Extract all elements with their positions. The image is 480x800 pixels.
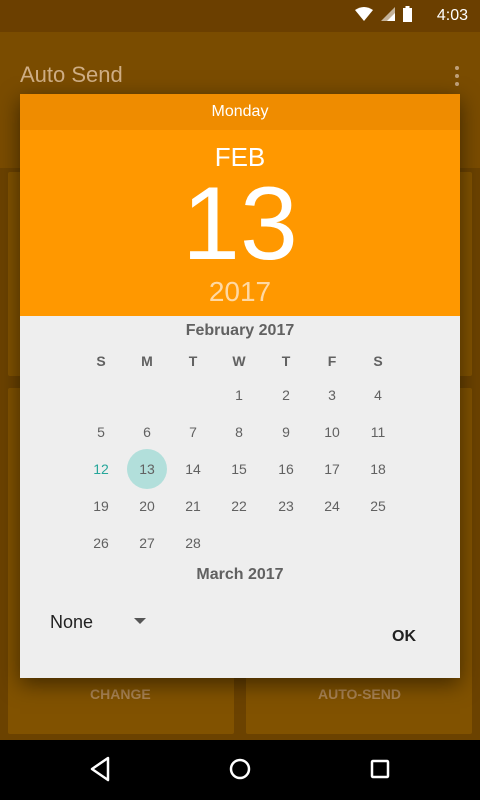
weekday-label: T bbox=[281, 353, 291, 369]
weekday-label: S bbox=[373, 353, 383, 369]
calendar-day[interactable]: 4 bbox=[358, 375, 398, 415]
calendar-day[interactable]: 21 bbox=[173, 486, 213, 526]
header-year[interactable]: 2017 bbox=[20, 276, 460, 308]
calendar-day[interactable]: 24 bbox=[312, 486, 352, 526]
weekday-label: F bbox=[327, 353, 337, 369]
calendar-day[interactable]: 7 bbox=[173, 412, 213, 452]
calendar-day[interactable]: 19 bbox=[81, 486, 121, 526]
calendar-day[interactable]: 10 bbox=[312, 412, 352, 452]
calendar-day[interactable]: 5 bbox=[81, 412, 121, 452]
calendar-day-selected[interactable]: 13 bbox=[127, 449, 167, 489]
status-time: 4:03 bbox=[436, 7, 468, 24]
weekday-label: W bbox=[232, 353, 246, 369]
header-date[interactable]: 13 bbox=[20, 164, 460, 284]
calendar-day[interactable]: 15 bbox=[219, 449, 259, 489]
calendar-day[interactable]: 1 bbox=[219, 375, 259, 415]
date-picker-dialog: Monday FEB 13 2017 February 2017 S M T W… bbox=[20, 94, 460, 678]
calendar-day[interactable]: 14 bbox=[173, 449, 213, 489]
recents-icon[interactable] bbox=[368, 755, 392, 788]
weekday-label: T bbox=[188, 353, 198, 369]
calendar-day[interactable]: 26 bbox=[81, 523, 121, 563]
next-month-title: March 2017 bbox=[196, 566, 284, 583]
auto-send-button[interactable]: AUTO-SEND bbox=[318, 686, 401, 702]
calendar-day[interactable]: 18 bbox=[358, 449, 398, 489]
wifi-icon bbox=[355, 6, 373, 26]
calendar-day[interactable]: 22 bbox=[219, 486, 259, 526]
calendar-day[interactable]: 2 bbox=[266, 375, 306, 415]
calendar-day[interactable]: 6 bbox=[127, 412, 167, 452]
change-button[interactable]: CHANGE bbox=[90, 686, 151, 702]
calendar-day[interactable]: 17 bbox=[312, 449, 352, 489]
status-icons bbox=[355, 5, 412, 27]
calendar-month-title: February 2017 bbox=[185, 322, 295, 339]
home-icon[interactable] bbox=[228, 755, 252, 788]
calendar-day[interactable]: 3 bbox=[312, 375, 352, 415]
header-day-of-week: Monday bbox=[20, 94, 460, 130]
dropdown-arrow-icon[interactable] bbox=[134, 618, 146, 624]
more-vert-icon[interactable] bbox=[454, 66, 460, 90]
weekday-label: S bbox=[96, 353, 106, 369]
calendar-day[interactable]: 27 bbox=[127, 523, 167, 563]
calendar-day-today[interactable]: 12 bbox=[81, 449, 121, 489]
calendar-day[interactable]: 28 bbox=[173, 523, 213, 563]
weekday-label: M bbox=[141, 353, 153, 369]
signal-icon bbox=[381, 6, 395, 26]
repeat-dropdown[interactable]: None bbox=[50, 612, 93, 633]
back-icon[interactable] bbox=[88, 755, 112, 788]
status-bar: 4:03 bbox=[0, 0, 480, 32]
calendar-day[interactable]: 20 bbox=[127, 486, 167, 526]
calendar-day[interactable]: 11 bbox=[358, 412, 398, 452]
battery-icon bbox=[403, 5, 412, 27]
date-picker-header: Monday FEB 13 2017 bbox=[20, 94, 460, 316]
calendar-day[interactable]: 9 bbox=[266, 412, 306, 452]
calendar-day[interactable]: 8 bbox=[219, 412, 259, 452]
ok-button[interactable]: OK bbox=[392, 628, 416, 646]
calendar-day[interactable]: 16 bbox=[266, 449, 306, 489]
calendar-day[interactable]: 25 bbox=[358, 486, 398, 526]
navigation-bar bbox=[0, 740, 480, 800]
app-title: Auto Send bbox=[20, 62, 123, 87]
calendar-day[interactable]: 23 bbox=[266, 486, 306, 526]
